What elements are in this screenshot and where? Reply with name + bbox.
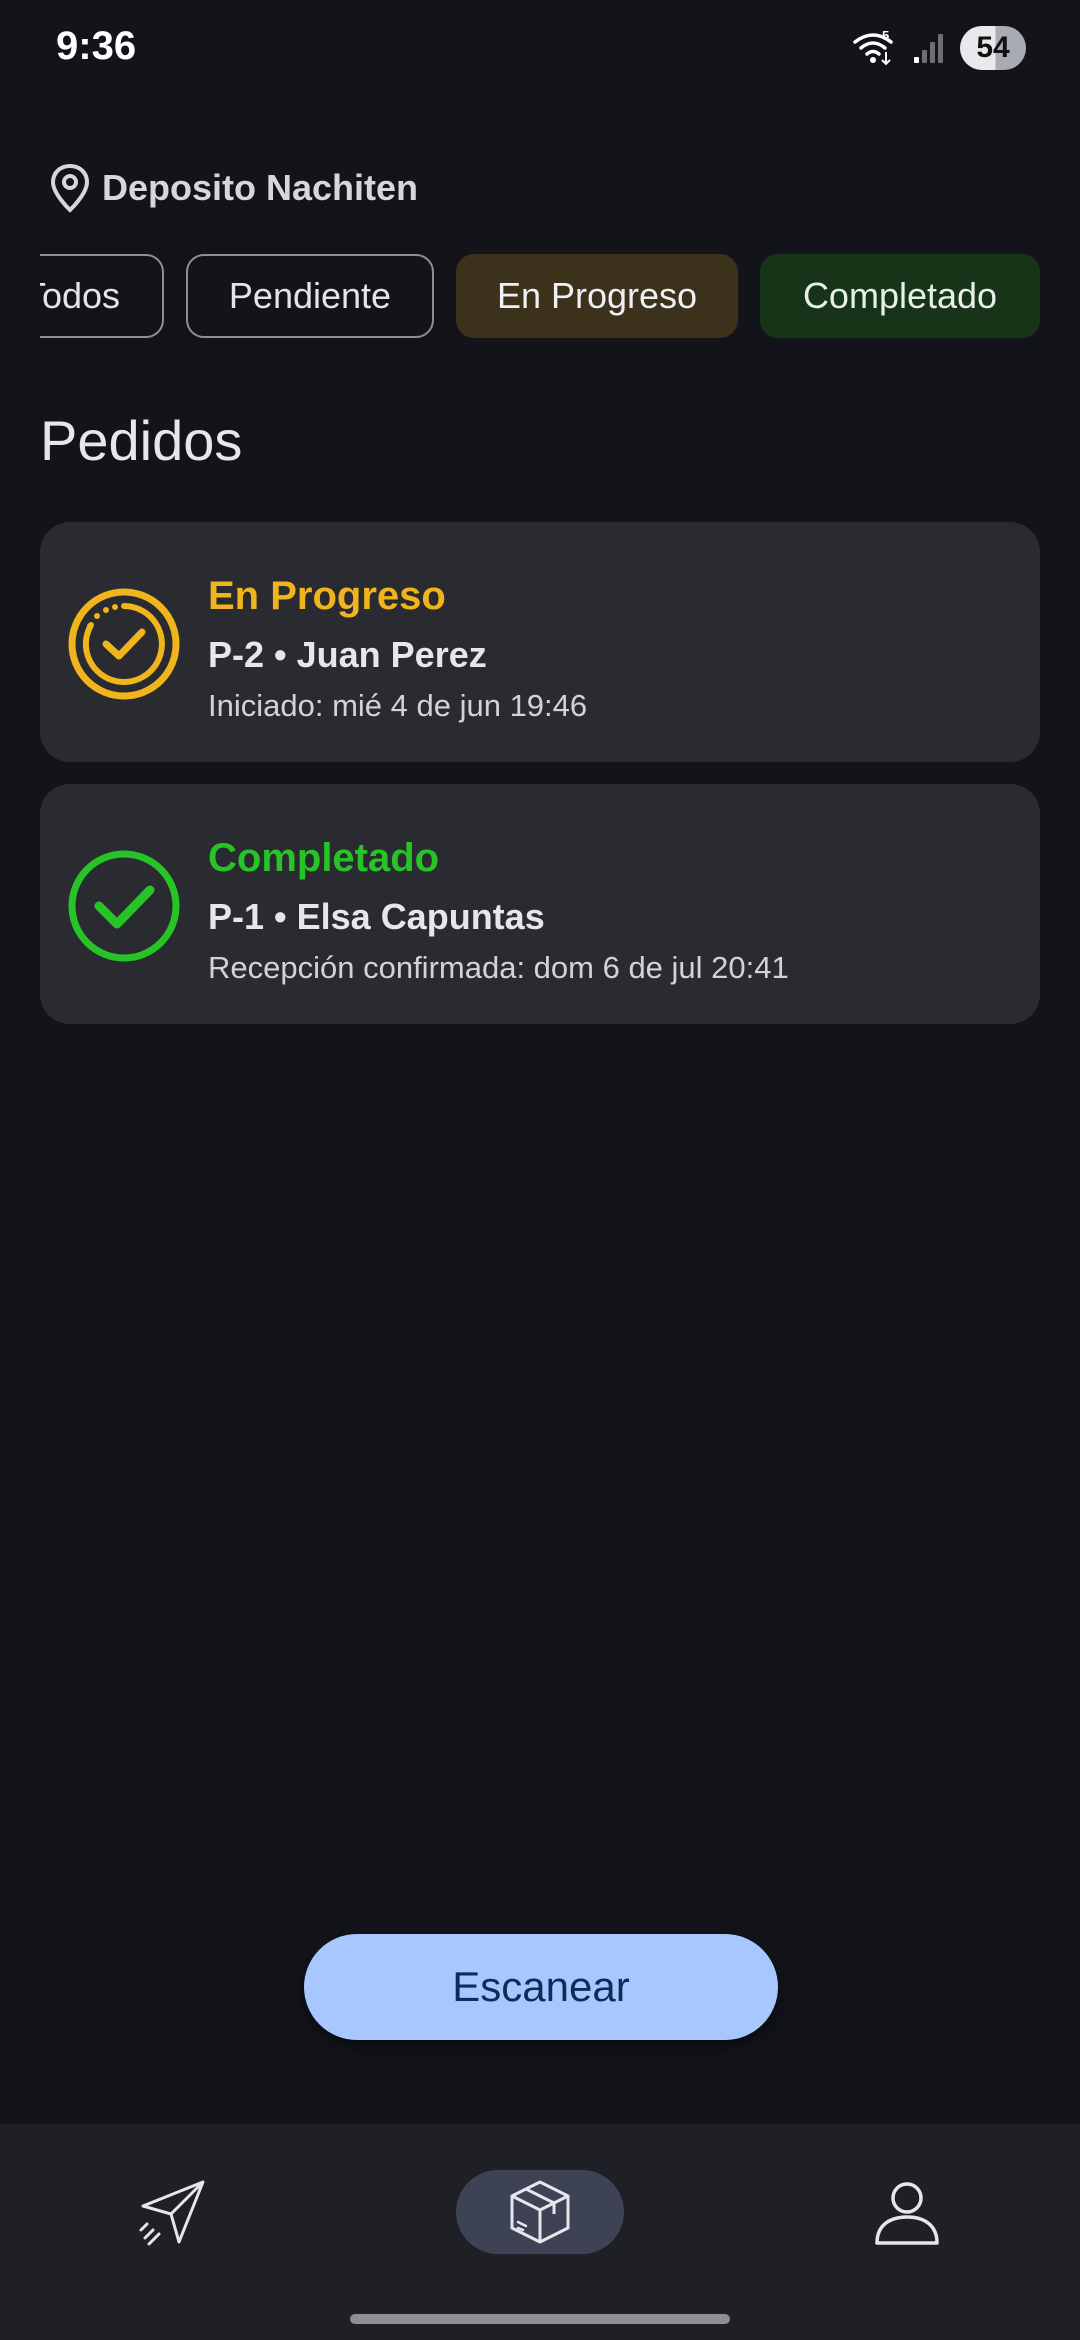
home-indicator[interactable] (350, 2314, 730, 2324)
order-title: P-1 • Elsa Capuntas (208, 896, 545, 937)
order-detail: Iniciado: mié 4 de jun 19:46 (208, 688, 588, 723)
page-title: Pedidos (40, 409, 243, 472)
filter-chip-todos[interactable]: Todos (40, 254, 164, 338)
order-status: En Progreso (208, 574, 446, 618)
battery-icon: 54 (960, 26, 1026, 70)
order-card-p2[interactable]: En Progreso P-2 • Juan Perez Iniciado: m… (40, 522, 1040, 762)
send-icon (139, 2180, 205, 2246)
order-status: Completado (208, 836, 440, 880)
nav-profile[interactable] (852, 2170, 962, 2254)
filter-chip-completado[interactable]: Completado (760, 254, 1040, 338)
check-circle-icon (68, 850, 180, 962)
location-pin-icon (50, 163, 90, 213)
profile-icon (875, 2182, 939, 2245)
location-selector[interactable]: Deposito Nachiten (48, 162, 418, 214)
scan-button[interactable]: Escanear (304, 1934, 778, 2040)
wifi-badge: 5 (882, 30, 889, 43)
order-card-p1[interactable]: Completado P-1 • Elsa Capuntas Recepción… (40, 784, 1040, 1024)
wifi-icon: 5 (853, 30, 893, 66)
filter-chip-en-progreso[interactable]: En Progreso (456, 254, 738, 338)
nav-send[interactable] (118, 2170, 228, 2254)
status-time: 9:36 (56, 24, 137, 68)
order-detail: Recepción confirmada: dom 6 de jul 20:41 (208, 950, 789, 985)
progress-check-icon (68, 588, 180, 700)
location-label: Deposito Nachiten (102, 167, 419, 208)
orders-screen: 9:36 5 54 Deposito Nachiten odos Pendien… (0, 0, 1080, 2340)
order-title: P-2 • Juan Perez (208, 634, 487, 675)
bottom-nav (0, 2124, 1080, 2340)
signal-icon (914, 34, 943, 63)
package-icon (510, 2180, 570, 2244)
status-filter-chips: Todos Pendiente En Progreso Completado (40, 254, 1040, 338)
status-icons: 5 54 (852, 26, 1026, 70)
status-bar: 9:36 5 54 (0, 0, 1080, 100)
filter-chip-pendiente[interactable]: Pendiente (186, 254, 434, 338)
nav-packages[interactable] (456, 2170, 624, 2254)
